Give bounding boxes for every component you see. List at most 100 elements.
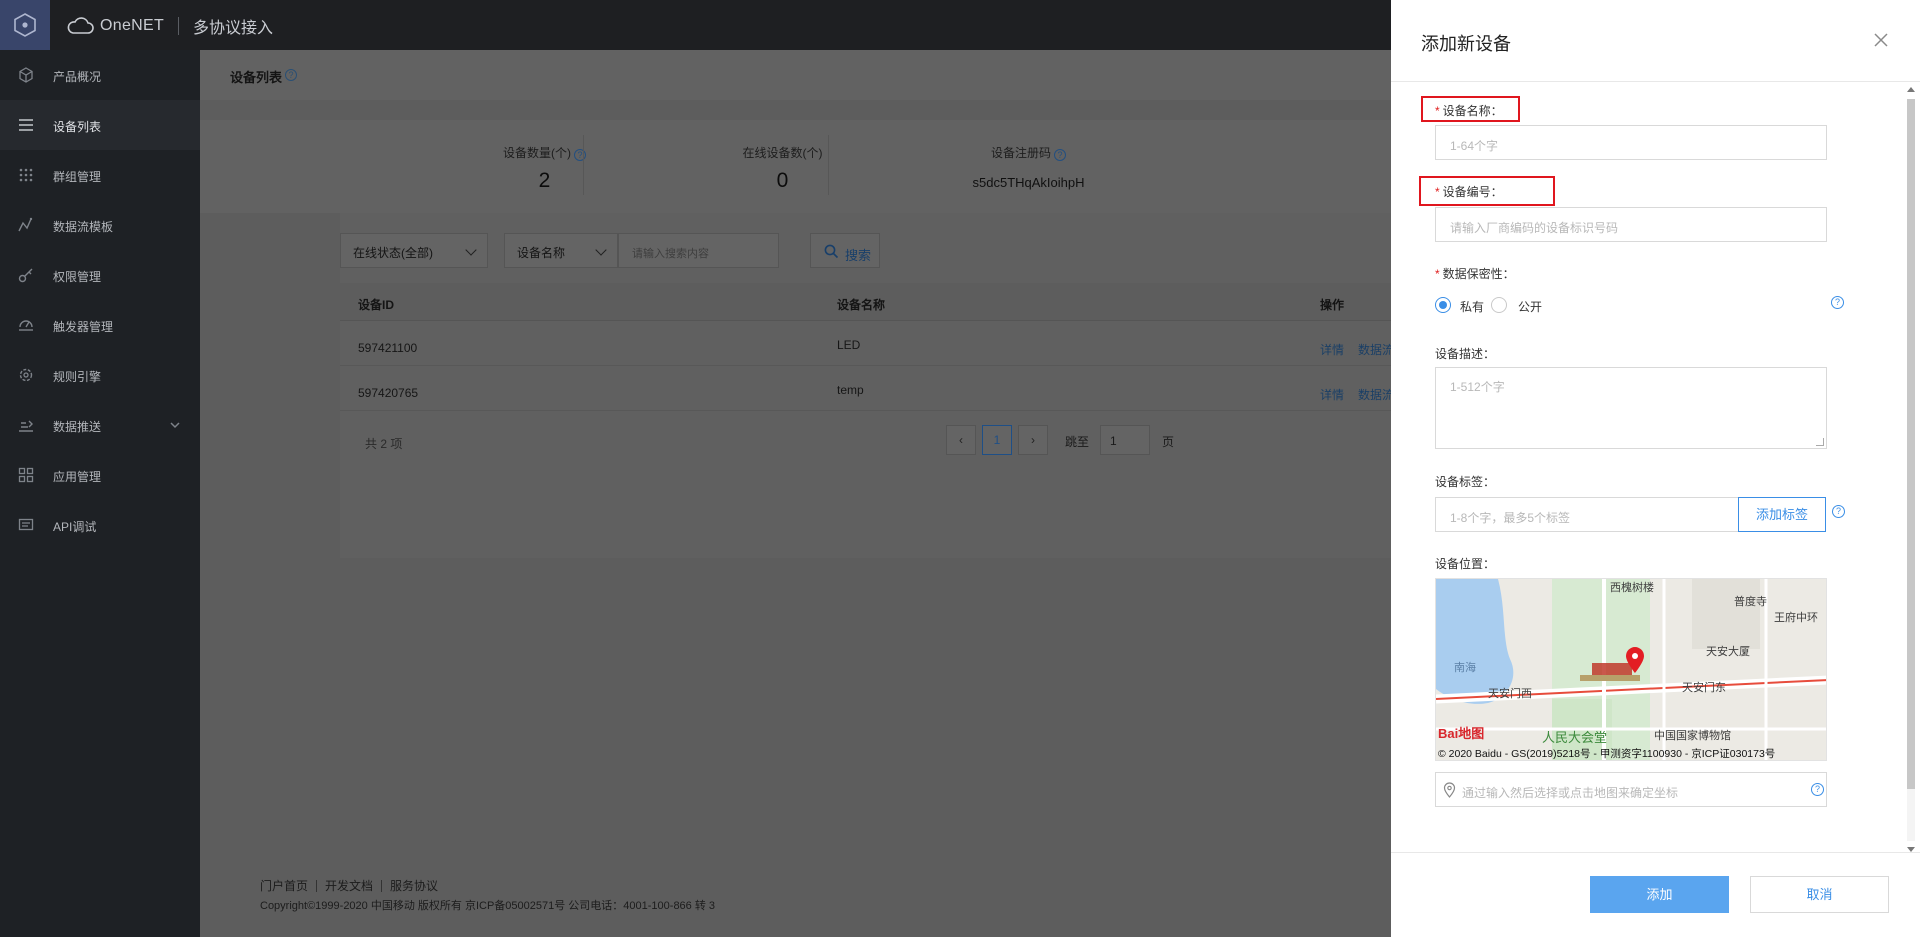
stat-label: 设备注册码 (990, 146, 1051, 160)
map-poi: 天安大厦 (1706, 646, 1750, 658)
placeholder: 请输入厂商编码的设备标识号码 (1450, 221, 1619, 235)
jump-label: 跳至 (1065, 435, 1090, 449)
chevron-down-icon[interactable] (168, 418, 182, 432)
drawer-footer: 添加 取消 (1391, 852, 1920, 937)
key-icon (18, 268, 33, 283)
map-poi: 西槐树楼 (1610, 582, 1654, 594)
datastream-link[interactable]: 数据流 (1358, 386, 1394, 403)
privacy-public-label: 公开 (1518, 300, 1543, 314)
help-icon[interactable]: ? (574, 149, 586, 161)
location-map[interactable]: 西槐树楼 普度寺 王府中环 天安大厦 南海 天安门西 天安门东 中国国家博物馆 … (1435, 578, 1827, 761)
sidebar-item-label: 触发器管理 (53, 320, 114, 334)
stat-register-code: 设备注册码? s5dc5THqAkIoihpH (906, 120, 1151, 213)
help-icon[interactable]: ? (1811, 783, 1824, 796)
device-sn-field[interactable]: 请输入厂商编码的设备标识号码 (1435, 207, 1827, 242)
map-copyright: © 2020 Baidu - GS(2019)5218号 - 甲测资字11009… (1438, 748, 1776, 760)
sidebar-item-api-debug[interactable]: API调试 (0, 500, 200, 550)
details-link[interactable]: 详情 (1320, 386, 1344, 403)
cancel-button[interactable]: 取消 (1750, 876, 1889, 913)
api-icon (18, 518, 34, 531)
label-text: 设备编号： (1442, 185, 1503, 199)
sidebar-item-datastream-template[interactable]: 数据流模板 (0, 200, 200, 250)
search-icon (824, 244, 839, 259)
field-select[interactable]: 设备名称 (504, 233, 618, 268)
divider (583, 135, 584, 195)
resize-handle-icon[interactable] (1816, 438, 1824, 446)
device-name: temp (837, 383, 864, 397)
privacy-private-label: 私有 (1460, 300, 1485, 314)
footer-links: 门户首页 开发文档 服务协议 (260, 877, 438, 894)
wave-icon (18, 217, 33, 232)
footer-link-docs[interactable]: 开发文档 (325, 879, 373, 893)
brand-name: OneNET (100, 17, 165, 34)
device-id: 597421100 (358, 341, 418, 355)
jump-input[interactable]: 1 (1100, 425, 1150, 455)
scroll-thumb[interactable] (1907, 99, 1915, 789)
sidebar-item-device-list[interactable]: 设备列表 (0, 100, 200, 150)
scroll-up-icon[interactable] (1907, 87, 1915, 92)
map-marker-icon[interactable] (1623, 645, 1647, 675)
sidebar-item-overview[interactable]: 产品概况 (0, 50, 200, 100)
divider (316, 880, 318, 892)
details-link[interactable]: 详情 (1320, 341, 1344, 358)
device-name: LED (837, 338, 861, 352)
sidebar-item-label: 数据流模板 (53, 220, 114, 234)
privacy-private-radio[interactable] (1435, 297, 1451, 313)
close-icon[interactable] (1873, 32, 1889, 48)
stat-label: 在线设备数(个) (742, 146, 823, 160)
footer-link-home[interactable]: 门户首页 (260, 879, 308, 893)
apps-icon (18, 467, 34, 483)
add-tag-button[interactable]: 添加标签 (1738, 497, 1826, 532)
page-button[interactable]: 1 (982, 425, 1012, 455)
select-value: 在线状态(全部) (353, 246, 433, 260)
search-input[interactable]: 请输入搜索内容 (618, 233, 779, 268)
description-textarea[interactable]: 1-512个字 (1435, 367, 1827, 449)
help-icon[interactable]: ? (1054, 149, 1066, 161)
home-logo-icon[interactable] (0, 0, 50, 50)
sidebar-item-apps[interactable]: 应用管理 (0, 450, 200, 500)
map-poi: 天安门西 (1488, 688, 1532, 700)
next-page-button[interactable]: › (1018, 425, 1048, 455)
map-poi: 中国国家博物馆 (1654, 730, 1731, 742)
sidebar-item-data-push[interactable]: 数据推送 (0, 400, 200, 450)
column-header: 设备ID (358, 298, 395, 312)
cloud-logo-icon (67, 17, 94, 34)
drawer-scrollbar[interactable] (1904, 85, 1918, 855)
help-icon[interactable]: ? (1831, 296, 1844, 309)
prev-page-button[interactable]: ‹ (946, 425, 976, 455)
total-count: 共 2 项 (365, 437, 403, 451)
brand: OneNET 多协议接入 (66, 14, 273, 38)
device-sn-label: * 设备编号： (1435, 183, 1503, 200)
privacy-label: * 数据保密性： (1435, 265, 1515, 282)
chevron-down-icon (595, 244, 607, 256)
search-button-label: 搜索 (845, 248, 872, 263)
help-icon[interactable]: ? (285, 69, 297, 81)
sidebar-item-groups[interactable]: 群组管理 (0, 150, 200, 200)
search-button[interactable]: 搜索 (810, 233, 880, 268)
datastream-link[interactable]: 数据流 (1358, 341, 1394, 358)
help-icon[interactable]: ? (1832, 505, 1845, 518)
device-name-field[interactable]: 1-64个字 (1435, 125, 1827, 160)
label-text: 数据保密性： (1442, 267, 1515, 281)
location-input[interactable]: 通过输入然后选择或点击地图来确定坐标 ? (1435, 772, 1827, 807)
trigger-icon (19, 320, 33, 331)
footer-link-terms[interactable]: 服务协议 (390, 879, 438, 893)
push-icon (19, 420, 33, 432)
sidebar-item-label: 规则引擎 (53, 370, 102, 384)
sidebar-item-label: 应用管理 (53, 470, 102, 484)
placeholder: 通过输入然后选择或点击地图来确定坐标 (1462, 786, 1679, 800)
divider (381, 880, 383, 892)
device-name-label: * 设备名称： (1435, 102, 1503, 119)
status-select[interactable]: 在线状态(全部) (340, 233, 488, 268)
sidebar-item-triggers[interactable]: 触发器管理 (0, 300, 200, 350)
tag-input[interactable]: 1-8个字，最多5个标签 (1435, 497, 1739, 532)
sidebar-item-permissions[interactable]: 权限管理 (0, 250, 200, 300)
sidebar-item-label: 群组管理 (53, 170, 102, 184)
page-unit: 页 (1162, 435, 1175, 449)
stat-label: 设备数量(个) (503, 146, 571, 160)
privacy-public-radio[interactable] (1491, 297, 1507, 313)
stat-value: 0 (776, 169, 789, 192)
gear-icon (19, 368, 33, 382)
sidebar-item-rules-engine[interactable]: 规则引擎 (0, 350, 200, 400)
add-button[interactable]: 添加 (1590, 876, 1729, 913)
